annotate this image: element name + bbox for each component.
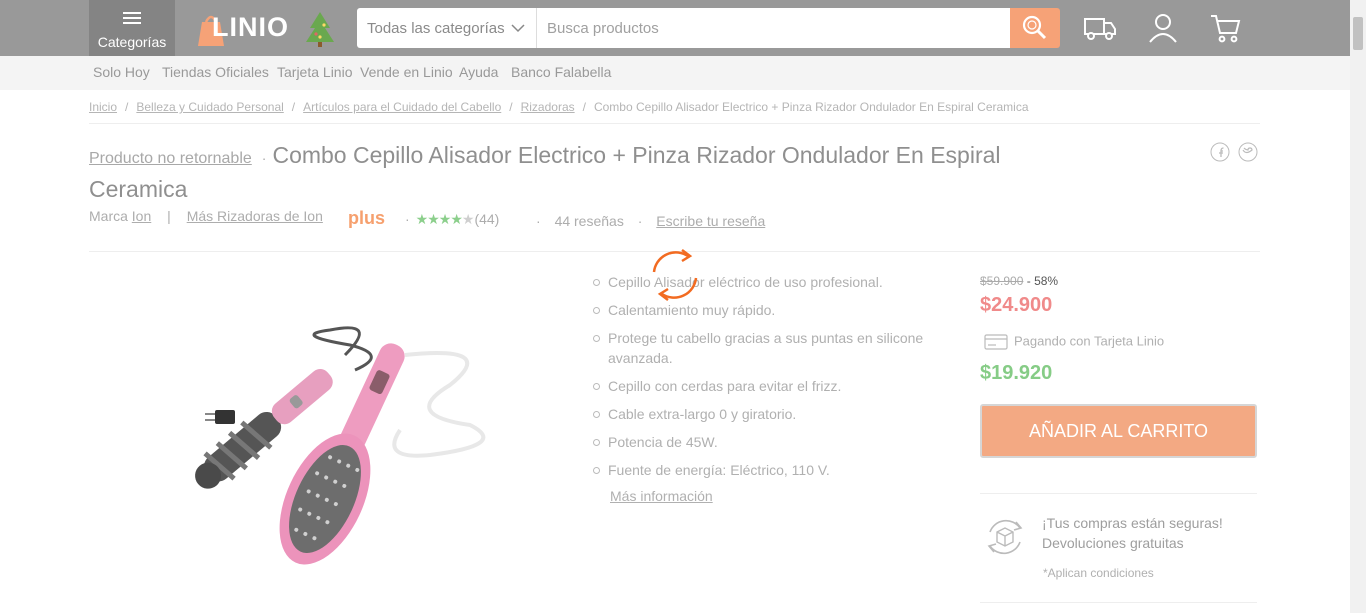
feature-item: Cepillo Alisador eléctrico de uso profes… — [590, 272, 930, 292]
breadcrumb-inicio[interactable]: Inicio — [89, 100, 117, 114]
product-title-block: Producto no retornable · Combo Cepillo Ali… — [89, 142, 1001, 202]
star-empty-icon: ★ — [461, 211, 475, 227]
credit-card-icon — [984, 334, 1008, 350]
breadcrumb-rizadoras[interactable]: Rizadoras — [521, 100, 575, 114]
breadcrumb: Inicio / Belleza y Cuidado Personal / Artícu… — [89, 100, 1029, 114]
twitter-share-icon[interactable] — [1238, 142, 1258, 162]
nonreturnable-link[interactable]: Producto no retornable — [89, 150, 252, 167]
search-category-value: Todas las categorías — [367, 20, 505, 37]
card-price: $19.920 — [980, 362, 1053, 384]
breadcrumb-belleza[interactable]: Belleza y Cuidado Personal — [136, 100, 283, 114]
feature-item: Potencia de 45W. — [590, 432, 930, 452]
breadcrumb-divider — [89, 123, 1260, 124]
feature-item: Protege tu cabello gracias a sus puntas … — [590, 328, 930, 368]
nav-vende-en-linio[interactable]: Vende en Linio — [360, 64, 453, 80]
categories-button[interactable]: Categorías — [89, 0, 175, 56]
secondary-nav: Solo Hoy Tiendas Oficiales Tarjeta Linio… — [0, 56, 1350, 90]
search-input[interactable] — [537, 8, 1010, 48]
plus-badge: plus — [348, 208, 386, 228]
price-divider — [980, 493, 1257, 494]
more-from-brand-link[interactable]: Más Rizadoras de Ion — [187, 208, 323, 224]
search-category-select[interactable]: Todas las categorías — [357, 8, 537, 48]
add-to-cart-button[interactable]: AÑADIR AL CARRITO — [980, 404, 1257, 458]
top-header: Categorías LINIO Todas las categorías — [0, 0, 1350, 56]
feature-item: Fuente de energía: Eléctrico, 110 V. — [590, 460, 930, 480]
breadcrumb-cuidado-cabello[interactable]: Artículos para el Cuidado del Cabello — [303, 100, 501, 114]
chevron-down-icon — [511, 24, 525, 33]
feature-list: Cepillo Alisador eléctrico de uso profes… — [590, 272, 930, 488]
scrollbar-thumb[interactable] — [1353, 17, 1363, 50]
reviews-row: · 44 reseñas · Escribe tu reseña — [536, 213, 766, 229]
nav-solo-hoy[interactable]: Solo Hoy — [93, 64, 150, 80]
feature-item: Calentamiento muy rápido. — [590, 300, 930, 320]
secure-returns-icon — [982, 514, 1028, 560]
card-payment-row: Pagando con Tarjeta Linio — [984, 333, 1164, 351]
feature-item: Cable extra-largo 0 y giratorio. — [590, 404, 930, 424]
product-meta: Marca Ion | Más Rizadoras de Ion — [89, 208, 323, 224]
rating-count: (44) — [474, 211, 500, 227]
more-info-link[interactable]: Más información — [610, 488, 713, 504]
guarantee-title: ¡Tus compras están seguras! — [1042, 515, 1223, 531]
logo-text: LINIO — [212, 12, 289, 42]
current-price: $24.900 — [980, 294, 1053, 316]
nav-tiendas-oficiales[interactable]: Tiendas Oficiales — [162, 64, 269, 80]
loading-spinner-icon — [642, 242, 708, 308]
user-account-icon[interactable] — [1147, 12, 1181, 44]
nav-tarjeta-linio[interactable]: Tarjeta Linio — [277, 64, 353, 80]
old-price-row: $59.900 - 58% — [980, 274, 1058, 288]
card-label: Pagando con Tarjeta Linio — [1014, 333, 1165, 349]
linio-logo[interactable]: LINIO — [198, 8, 338, 48]
categories-label: Categorías — [97, 34, 167, 50]
feature-item: Cepillo con cerdas para evitar el frizz. — [590, 376, 930, 396]
nav-banco-falabella[interactable]: Banco Falabella — [511, 64, 611, 80]
facebook-share-icon[interactable] — [1210, 142, 1230, 162]
product-image[interactable] — [150, 315, 510, 565]
star-icon: ★★★★ — [415, 211, 463, 227]
nav-ayuda[interactable]: Ayuda — [459, 64, 498, 80]
write-review-link[interactable]: Escribe tu reseña — [656, 213, 765, 229]
guarantee-note: *Aplican condiciones — [1043, 566, 1154, 580]
brand-label: Marca — [89, 208, 128, 224]
delivery-truck-icon[interactable] — [1083, 12, 1117, 44]
reviews-count: 44 reseñas — [554, 213, 624, 229]
hamburger-icon — [123, 12, 141, 24]
guarantee-subtitle: Devoluciones gratuitas — [1042, 535, 1184, 551]
page-scrollbar[interactable] — [1350, 0, 1366, 613]
rating-stars[interactable]: · ★★★★★(44) — [405, 211, 499, 228]
breadcrumb-current: Combo Cepillo Alisador Electrico + Pinza… — [593, 100, 1029, 114]
search-button[interactable] — [1010, 8, 1060, 48]
shopping-cart-icon[interactable] — [1209, 12, 1243, 44]
guarantee-divider — [980, 602, 1257, 603]
search-icon — [1022, 15, 1047, 40]
brand-link[interactable]: Ion — [132, 208, 151, 224]
old-price: $59.900 — [980, 274, 1024, 288]
discount-badge: - 58% — [1026, 274, 1059, 288]
